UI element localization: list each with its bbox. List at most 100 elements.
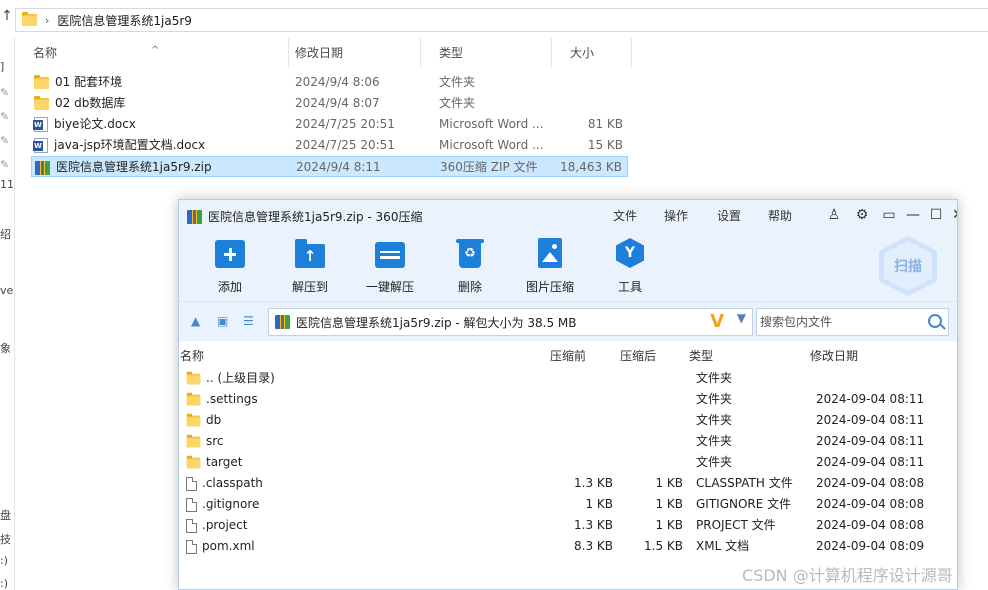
column-header-type[interactable]: 类型: [689, 347, 713, 364]
image-compress-icon: [538, 238, 562, 268]
menu-file[interactable]: 文件: [613, 207, 637, 224]
trash-icon: [456, 239, 484, 268]
nav-fragment[interactable]: 技: [0, 531, 11, 547]
skin-shirt-icon[interactable]: ♙: [824, 205, 844, 225]
extract-to-button[interactable]: 解压到: [278, 238, 342, 296]
breadcrumb[interactable]: 医院信息管理系统1ja5r9: [57, 12, 192, 29]
zip-archive-icon: [35, 160, 50, 175]
archive-entry-name: .project: [202, 518, 248, 532]
search-input[interactable]: [757, 309, 917, 335]
file-date: 2024/9/4 8:07: [295, 96, 380, 110]
file-row[interactable]: biye论文.docx 2024/7/25 20:51 Microsoft Word…: [31, 114, 628, 135]
one-click-extract-button[interactable]: 一键解压: [358, 238, 422, 296]
nav-fragment[interactable]: 盘: [0, 507, 11, 523]
settings-gear-icon[interactable]: ⚙: [852, 205, 872, 225]
file-type: 文件夹: [439, 96, 476, 110]
file-row[interactable]: 01 配套环境 2024/9/4 8:06 文件夹: [31, 72, 628, 93]
minimize-icon[interactable]: —: [903, 205, 923, 225]
archive-path-field[interactable]: 医院信息管理系统1ja5r9.zip - 解包大小为 38.5 MB V ▼: [268, 308, 753, 336]
file-row[interactable]: 02 db数据库 2024/9/4 8:07 文件夹: [31, 93, 628, 114]
maximize-icon[interactable]: ☐: [926, 205, 946, 225]
search-icon[interactable]: [928, 314, 942, 328]
folder-icon: [186, 434, 201, 447]
window-title: 医院信息管理系统1ja5r9.zip - 360压缩: [187, 208, 422, 225]
column-header-size[interactable]: 大小: [552, 38, 632, 68]
column-header-after[interactable]: 压缩后: [620, 347, 656, 364]
archive-row[interactable]: .classpath 1.3 KB 1 KB CLASSPATH 文件 2024-09-…: [179, 473, 957, 494]
explorer-address-bar: ↑ › 医院信息管理系统1ja5r9: [0, 0, 988, 38]
address-box[interactable]: › 医院信息管理系统1ja5r9: [15, 8, 988, 32]
archive-row[interactable]: .project 1.3 KB 1 KB PROJECT 文件 2024-09-04 0…: [179, 515, 957, 536]
thumbnail-view-icon[interactable]: ▣: [217, 314, 228, 328]
column-header-before[interactable]: 压缩前: [550, 347, 586, 364]
v-logo-icon[interactable]: V: [710, 311, 724, 332]
chevron-right-icon[interactable]: ›: [45, 14, 49, 27]
folder-icon: [186, 392, 201, 405]
file-icon: [186, 476, 197, 491]
size-after: 1 KB: [655, 518, 683, 532]
file-size: 18,463 KB: [560, 160, 622, 174]
nav-fragment[interactable]: 绍: [0, 226, 11, 242]
tools-icon: [616, 238, 644, 268]
entry-date: 2024-09-04 08:08: [816, 476, 925, 490]
file-type: Microsoft Word ...: [439, 138, 544, 152]
entry-type: PROJECT 文件: [696, 518, 776, 532]
scan-button[interactable]: 扫描: [879, 236, 937, 296]
archive-row[interactable]: .. (上级目录) 文件夹: [179, 368, 957, 389]
archive-row[interactable]: .settings 文件夹 2024-09-04 08:11: [179, 389, 957, 410]
archive-row[interactable]: pom.xml 8.3 KB 1.5 KB XML 文档 2024-09-04 08:0…: [179, 536, 957, 557]
archive-name-cell: .. (上级目录): [186, 368, 275, 389]
delete-button[interactable]: 删除: [438, 238, 502, 296]
up-level-arrow-icon[interactable]: ▲: [191, 314, 200, 328]
nav-fragment[interactable]: 11: [0, 178, 14, 191]
entry-date: 2024-09-04 08:08: [816, 497, 925, 511]
nav-fragment[interactable]: ]: [0, 60, 4, 73]
column-header-date[interactable]: 修改日期: [277, 38, 421, 68]
chevron-down-icon[interactable]: ▼: [737, 311, 746, 325]
entry-date: 2024-09-04 08:11: [816, 455, 925, 469]
file-row[interactable]: java-jsp环境配置文档.docx 2024/7/25 20:51 Micros…: [31, 135, 628, 156]
entry-date: 2024-09-04 08:08: [816, 518, 925, 532]
file-row[interactable]: 医院信息管理系统1ja5r9.zip 2024/9/4 8:11 360压缩 ZIP…: [31, 156, 628, 177]
archive-entry-name: db: [206, 413, 222, 427]
zip-header-area: 医院信息管理系统1ja5r9.zip - 360压缩 文件 操作 设置 帮助 ♙…: [179, 200, 957, 301]
archive-entry-name: .settings: [206, 392, 258, 406]
archive-name-cell: target: [186, 452, 243, 473]
archive-name-cell: .gitignore: [186, 494, 259, 515]
nav-fragment[interactable]: :): [0, 554, 8, 567]
menu-operation[interactable]: 操作: [664, 207, 688, 224]
pin-icon: ✎: [0, 110, 10, 123]
menu-help[interactable]: 帮助: [768, 207, 792, 224]
close-icon[interactable]: ✕: [948, 205, 957, 225]
nav-fragment[interactable]: :): [0, 577, 8, 590]
arrow-up-icon[interactable]: ↑: [0, 8, 14, 24]
folder-icon: [34, 95, 49, 110]
column-header-name[interactable]: 名称 ^: [15, 38, 289, 68]
entry-date: 2024-09-04 08:11: [816, 413, 925, 427]
archive-name-cell: .project: [186, 515, 247, 536]
archive-row[interactable]: target 文件夹 2024-09-04 08:11: [179, 452, 957, 473]
nav-fragment[interactable]: ve: [0, 284, 13, 297]
feedback-icon[interactable]: ▭: [879, 205, 899, 225]
tools-button[interactable]: 工具: [598, 238, 662, 296]
nav-fragment[interactable]: 象: [0, 340, 11, 356]
zip-column-headers: 名称 压缩前 压缩后 类型 修改日期: [179, 341, 957, 369]
file-name-cell: 医院信息管理系统1ja5r9.zip: [35, 157, 212, 178]
entry-type: GITIGNORE 文件: [696, 497, 792, 511]
file-icon: [186, 518, 197, 533]
column-header-date[interactable]: 修改日期: [810, 347, 858, 364]
column-header-type[interactable]: 类型: [421, 38, 552, 68]
menu-settings[interactable]: 设置: [717, 207, 741, 224]
column-header-name[interactable]: 名称: [180, 347, 204, 364]
archive-row[interactable]: src 文件夹 2024-09-04 08:11: [179, 431, 957, 452]
add-button[interactable]: 添加: [198, 238, 262, 296]
file-name-cell: 01 配套环境: [34, 72, 122, 93]
archive-row[interactable]: .gitignore 1 KB 1 KB GITIGNORE 文件 2024-09-04…: [179, 494, 957, 515]
file-type: 文件夹: [439, 75, 476, 89]
file-name-cell: java-jsp环境配置文档.docx: [33, 135, 205, 156]
archive-search[interactable]: [756, 308, 949, 336]
list-view-icon[interactable]: ☰: [243, 314, 254, 328]
image-compress-button[interactable]: 图片压缩: [518, 238, 582, 296]
archive-row[interactable]: db 文件夹 2024-09-04 08:11: [179, 410, 957, 431]
size-after: 1 KB: [655, 497, 683, 511]
